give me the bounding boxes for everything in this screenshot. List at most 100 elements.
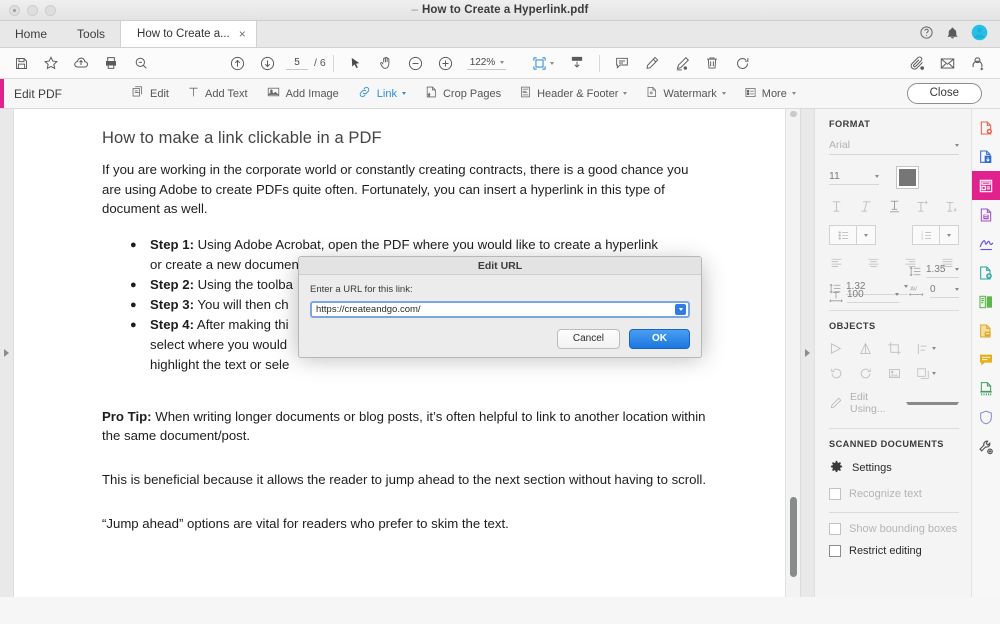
export-pdf-icon[interactable] xyxy=(972,142,1000,171)
rotate-ccw-icon[interactable] xyxy=(829,366,844,381)
align-objects-icon[interactable] xyxy=(916,342,936,356)
menu-tools[interactable]: Tools xyxy=(62,21,120,47)
bullet-list-control[interactable] xyxy=(829,225,876,245)
tools-settings-icon[interactable] xyxy=(972,432,1000,461)
print-icon[interactable] xyxy=(96,48,126,78)
save-icon[interactable] xyxy=(6,48,36,78)
chevron-down-icon[interactable] xyxy=(895,293,899,296)
edit-using-select[interactable]: Edit Using... xyxy=(829,391,959,416)
link-caret-icon[interactable] xyxy=(402,92,406,95)
protect-pdf-icon[interactable] xyxy=(972,316,1000,345)
redact-icon[interactable] xyxy=(972,374,1000,403)
highlight-icon[interactable] xyxy=(637,48,667,78)
left-panel-toggle[interactable] xyxy=(0,109,14,597)
superscript-icon[interactable] xyxy=(915,199,930,214)
more-caret-icon[interactable] xyxy=(792,92,796,95)
chevron-down-icon[interactable] xyxy=(955,268,959,271)
signature-icon[interactable] xyxy=(667,48,697,78)
ok-button[interactable]: OK xyxy=(629,329,690,349)
chevron-down-icon[interactable] xyxy=(500,61,504,64)
ribbon-add-image-button[interactable]: Add Image xyxy=(257,82,348,106)
arrow-down-circle-icon[interactable] xyxy=(252,48,282,78)
header-footer-caret-icon[interactable] xyxy=(623,92,627,95)
chevron-down-icon[interactable] xyxy=(904,285,908,288)
hand-tool-icon[interactable] xyxy=(371,48,401,78)
show-bounding-boxes-row[interactable]: Show bounding boxes xyxy=(829,523,959,535)
fit-page-caret-icon[interactable] xyxy=(550,62,554,65)
replace-image-icon[interactable] xyxy=(887,366,902,381)
user-avatar[interactable] xyxy=(971,24,988,44)
help-circle-icon[interactable] xyxy=(919,25,934,43)
numbered-list-caret-icon[interactable] xyxy=(940,234,958,237)
font-color-swatch[interactable] xyxy=(897,167,918,188)
signature-rail-icon[interactable] xyxy=(972,229,1000,258)
recognize-text-checkbox[interactable] xyxy=(829,488,841,500)
url-input[interactable]: https://createandgo.com/ xyxy=(310,301,690,318)
scroll-mode-icon[interactable] xyxy=(562,48,592,78)
email-icon[interactable] xyxy=(932,48,962,78)
dropdown-chevron-icon[interactable] xyxy=(675,304,686,315)
search-icon[interactable] xyxy=(126,48,156,78)
comment-icon[interactable] xyxy=(607,48,637,78)
paragraph-spacing-field[interactable]: 1.35 xyxy=(926,264,959,278)
ribbon-more-button[interactable]: More xyxy=(735,82,805,106)
zoom-in-icon[interactable] xyxy=(431,48,461,78)
annotate-icon[interactable] xyxy=(972,345,1000,374)
scrollbar-thumb[interactable] xyxy=(790,497,797,577)
create-pdf-icon[interactable] xyxy=(972,113,1000,142)
rotate-icon[interactable] xyxy=(727,48,757,78)
document-scrollbar[interactable] xyxy=(785,109,800,597)
page-number-input[interactable] xyxy=(286,57,308,70)
underline-icon[interactable] xyxy=(887,199,902,214)
bold-icon[interactable] xyxy=(829,199,844,214)
chevron-down-icon[interactable] xyxy=(875,175,879,178)
align-center-icon[interactable] xyxy=(866,256,881,269)
watermark-caret-icon[interactable] xyxy=(722,92,726,95)
close-tool-button[interactable]: Close xyxy=(907,83,982,105)
subscript-icon[interactable] xyxy=(944,199,959,214)
font-family-select[interactable]: Arial xyxy=(829,139,959,155)
share-user-icon[interactable] xyxy=(962,48,992,78)
font-size-select[interactable]: 11 xyxy=(829,170,879,185)
page-navigator[interactable]: / 6 xyxy=(286,57,326,70)
cursor-arrow-icon[interactable] xyxy=(341,48,371,78)
chevron-down-icon[interactable] xyxy=(906,402,959,405)
italic-icon[interactable] xyxy=(858,199,873,214)
ribbon-edit-button[interactable]: Edit xyxy=(122,82,178,106)
comment-rail-icon[interactable] xyxy=(972,258,1000,287)
zoom-out-icon[interactable] xyxy=(401,48,431,78)
restrict-editing-checkbox[interactable] xyxy=(829,545,841,557)
close-tab-icon[interactable]: × xyxy=(239,28,246,40)
menu-home[interactable]: Home xyxy=(0,21,62,47)
ribbon-crop-pages-button[interactable]: Crop Pages xyxy=(415,82,510,106)
fill-sign-icon[interactable] xyxy=(972,200,1000,229)
bell-icon[interactable] xyxy=(946,26,959,43)
collapse-right-panel-icon[interactable] xyxy=(805,349,810,357)
ribbon-watermark-button[interactable]: Watermark xyxy=(636,82,734,106)
right-panel-toggle[interactable] xyxy=(800,109,814,597)
arrow-up-circle-icon[interactable] xyxy=(222,48,252,78)
numbered-list-icon[interactable]: 123 xyxy=(913,229,939,242)
expand-left-panel-icon[interactable] xyxy=(4,349,9,357)
upload-cloud-icon[interactable] xyxy=(66,48,96,78)
horizontal-scale-field[interactable]: 100 xyxy=(847,289,899,303)
chevron-down-icon[interactable] xyxy=(955,144,959,147)
rotate-cw-icon[interactable] xyxy=(858,366,873,381)
cancel-button[interactable]: Cancel xyxy=(557,329,620,349)
scanned-settings-button[interactable]: Settings xyxy=(829,459,959,477)
recognize-text-row[interactable]: Recognize text xyxy=(829,488,959,500)
attachment-icon[interactable] xyxy=(902,48,932,78)
ribbon-add-text-button[interactable]: Add Text xyxy=(178,82,257,106)
flip-horizontal-icon[interactable] xyxy=(829,341,844,356)
ribbon-link-button[interactable]: Link xyxy=(348,82,415,106)
bullet-list-icon[interactable] xyxy=(830,229,856,242)
tracking-field[interactable]: 0 xyxy=(930,284,959,298)
flip-vertical-icon[interactable] xyxy=(858,341,873,356)
document-tab[interactable]: How to Create a... × xyxy=(120,21,257,47)
zoom-level-dropdown[interactable]: 122% xyxy=(467,57,507,70)
trash-icon[interactable] xyxy=(697,48,727,78)
arrange-icon[interactable] xyxy=(916,367,936,381)
gear-icon[interactable] xyxy=(829,459,844,477)
restrict-editing-row[interactable]: Restrict editing xyxy=(829,545,959,557)
ribbon-header-footer-button[interactable]: Header & Footer xyxy=(510,82,636,106)
